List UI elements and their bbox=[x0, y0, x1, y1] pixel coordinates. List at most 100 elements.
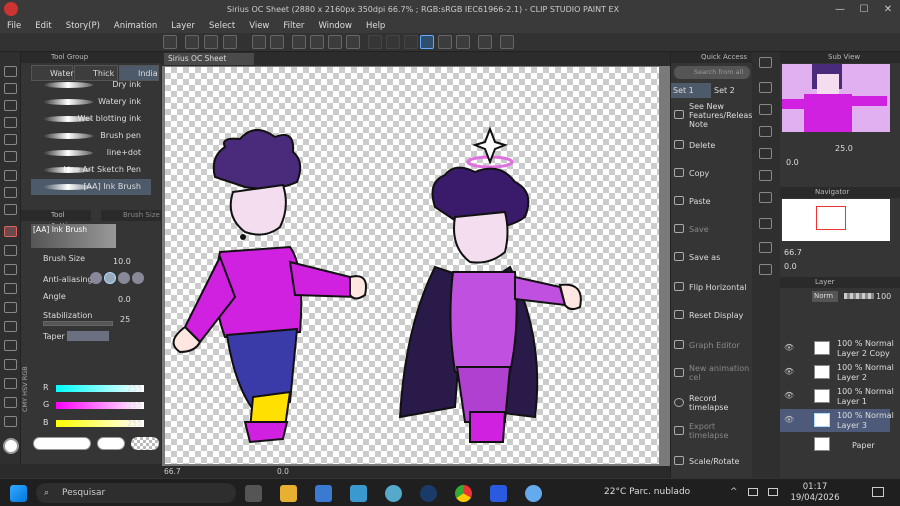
document-tab[interactable]: Sirius OC Sheet bbox=[164, 53, 254, 65]
snap-special-ruler-icon[interactable] bbox=[438, 35, 452, 49]
zoom-tool-icon[interactable] bbox=[4, 66, 17, 77]
navigator-preview[interactable] bbox=[782, 199, 890, 241]
animation-icon[interactable] bbox=[759, 264, 772, 275]
canvas-transparent-paper[interactable] bbox=[165, 67, 659, 464]
new-file-icon[interactable] bbox=[185, 35, 199, 49]
menu-window[interactable]: Window bbox=[311, 21, 359, 31]
menu-animation[interactable]: Animation bbox=[107, 21, 164, 31]
clear-icon[interactable] bbox=[310, 35, 324, 49]
visibility-eye-icon[interactable]: 👁 bbox=[784, 343, 794, 352]
qa-export-timelapse[interactable]: Export timelapse bbox=[671, 418, 753, 444]
qa-save[interactable]: Save bbox=[671, 216, 753, 242]
qa-paste[interactable]: Paste bbox=[671, 188, 753, 214]
quick-access-search[interactable]: Search from all bbox=[674, 66, 750, 79]
spinner-icon[interactable] bbox=[292, 35, 306, 49]
redo-icon[interactable] bbox=[270, 35, 284, 49]
menu-edit[interactable]: Edit bbox=[28, 21, 58, 31]
tray-chevron-icon[interactable]: ^ bbox=[730, 487, 738, 497]
menu-file[interactable]: File bbox=[0, 21, 28, 31]
pencil-tool-icon[interactable] bbox=[4, 204, 17, 215]
layer-row-selected[interactable]: 👁 100 % Normal Layer 3 bbox=[780, 409, 894, 432]
airbrush-tool-icon[interactable] bbox=[4, 245, 17, 256]
brush-item[interactable]: Wet blotting ink bbox=[31, 111, 151, 127]
brush-tool-icon[interactable] bbox=[4, 226, 17, 237]
frame-tool-icon[interactable] bbox=[4, 378, 17, 389]
menu-story[interactable]: Story(P) bbox=[59, 21, 107, 31]
steam-icon[interactable] bbox=[420, 485, 437, 502]
qa-save-as[interactable]: Save as bbox=[671, 244, 753, 270]
subview-image[interactable] bbox=[782, 64, 890, 132]
task-view-icon[interactable] bbox=[245, 485, 262, 502]
stabilization-value[interactable]: 25 bbox=[120, 315, 130, 324]
lasso-tool-icon[interactable] bbox=[4, 100, 17, 111]
fill-tool-icon[interactable] bbox=[4, 321, 17, 332]
visibility-eye-icon[interactable]: 👁 bbox=[784, 391, 794, 400]
figure-tool-icon[interactable] bbox=[4, 359, 17, 370]
material-icon[interactable] bbox=[759, 126, 772, 137]
subview-angle[interactable]: 0.0 bbox=[786, 158, 799, 167]
opacity-value[interactable]: 100 bbox=[876, 292, 891, 301]
open-folder-icon[interactable] bbox=[204, 35, 218, 49]
b-value[interactable]: 255 bbox=[127, 419, 142, 428]
taskbar-search[interactable]: ⌕ Pesquisar bbox=[36, 483, 236, 503]
color-mode-tabs[interactable]: CMY HSV RGB bbox=[21, 360, 33, 412]
tray-app-icon[interactable] bbox=[748, 488, 758, 496]
weather-widget[interactable]: 22°C Parc. nublado bbox=[604, 487, 690, 497]
text-tool-icon[interactable] bbox=[4, 416, 17, 427]
snap-ruler-icon[interactable] bbox=[420, 35, 434, 49]
layer-row[interactable]: 👁 100 % Normal Layer 1 bbox=[780, 385, 894, 408]
qa-flip-horizontal[interactable]: Flip Horizontal bbox=[671, 274, 753, 300]
store-icon[interactable] bbox=[315, 485, 332, 502]
deselect-icon[interactable] bbox=[368, 35, 382, 49]
minimize-button[interactable]: — bbox=[828, 4, 852, 15]
taper-control[interactable] bbox=[67, 331, 109, 341]
qa-new-animation-cel[interactable]: New animation cel bbox=[671, 360, 753, 386]
menu-layer[interactable]: Layer bbox=[164, 21, 202, 31]
qa-reset-display[interactable]: Reset Display bbox=[671, 302, 753, 328]
navigator-zoom[interactable]: 66.7 bbox=[784, 248, 802, 257]
decoration-tool-icon[interactable] bbox=[4, 264, 17, 275]
search-icon[interactable] bbox=[759, 57, 772, 68]
auto-select-icon[interactable] bbox=[4, 151, 17, 162]
eraser-tool-icon[interactable] bbox=[4, 283, 17, 294]
menu-select[interactable]: Select bbox=[202, 21, 242, 31]
layer-row[interactable]: 👁 100 % Normal Layer 2 Copy bbox=[780, 337, 894, 360]
brush-item-selected[interactable]: [AA] Ink Brush bbox=[31, 179, 151, 195]
transform-icon[interactable] bbox=[346, 35, 360, 49]
save-icon[interactable] bbox=[223, 35, 237, 49]
layer-row[interactable]: 👁 100 % Normal Layer 2 bbox=[780, 361, 894, 384]
chrome-icon[interactable] bbox=[455, 485, 472, 502]
opacity-slider[interactable] bbox=[844, 293, 874, 299]
notifications-icon[interactable] bbox=[872, 487, 884, 497]
set2-tab[interactable]: Set 2 bbox=[712, 83, 752, 98]
set1-tab[interactable]: Set 1 bbox=[671, 83, 711, 98]
transparent-color-chip[interactable] bbox=[131, 437, 159, 450]
material-icon[interactable] bbox=[759, 148, 772, 159]
sub-color-chip[interactable] bbox=[97, 437, 125, 450]
eyedropper-tool-icon[interactable] bbox=[4, 170, 17, 181]
clock-time[interactable]: 01:17 bbox=[790, 482, 840, 492]
menu-view[interactable]: View bbox=[242, 21, 276, 31]
qa-copy[interactable]: Copy bbox=[671, 160, 753, 186]
g-value[interactable]: 255 bbox=[127, 401, 142, 410]
app-icon[interactable] bbox=[490, 485, 507, 502]
crop-icon[interactable] bbox=[386, 35, 400, 49]
move-tool-icon[interactable] bbox=[4, 117, 17, 128]
r-value[interactable]: 255 bbox=[127, 384, 142, 393]
brush-size-tab[interactable]: Brush Size bbox=[101, 210, 161, 221]
layer-row-paper[interactable]: Paper bbox=[780, 433, 890, 456]
wifi-icon[interactable] bbox=[768, 488, 778, 496]
angle-readout[interactable]: 0.0 bbox=[277, 467, 289, 476]
visibility-eye-icon[interactable]: 👁 bbox=[784, 415, 794, 424]
qa-delete[interactable]: Delete bbox=[671, 132, 753, 158]
navigator-viewport-frame[interactable] bbox=[816, 206, 846, 230]
file-explorer-icon[interactable] bbox=[280, 485, 297, 502]
clip-studio-icon[interactable] bbox=[163, 35, 177, 49]
fill-icon[interactable] bbox=[328, 35, 342, 49]
brush-item[interactable]: Brush pen bbox=[31, 128, 151, 144]
brush-item[interactable]: Line Art Sketch Pen bbox=[31, 162, 151, 178]
gradient-tool-icon[interactable] bbox=[4, 340, 17, 351]
material-icon[interactable] bbox=[759, 104, 772, 115]
brush-size-value[interactable]: 10.0 bbox=[113, 257, 131, 266]
blend-tool-icon[interactable] bbox=[4, 302, 17, 313]
